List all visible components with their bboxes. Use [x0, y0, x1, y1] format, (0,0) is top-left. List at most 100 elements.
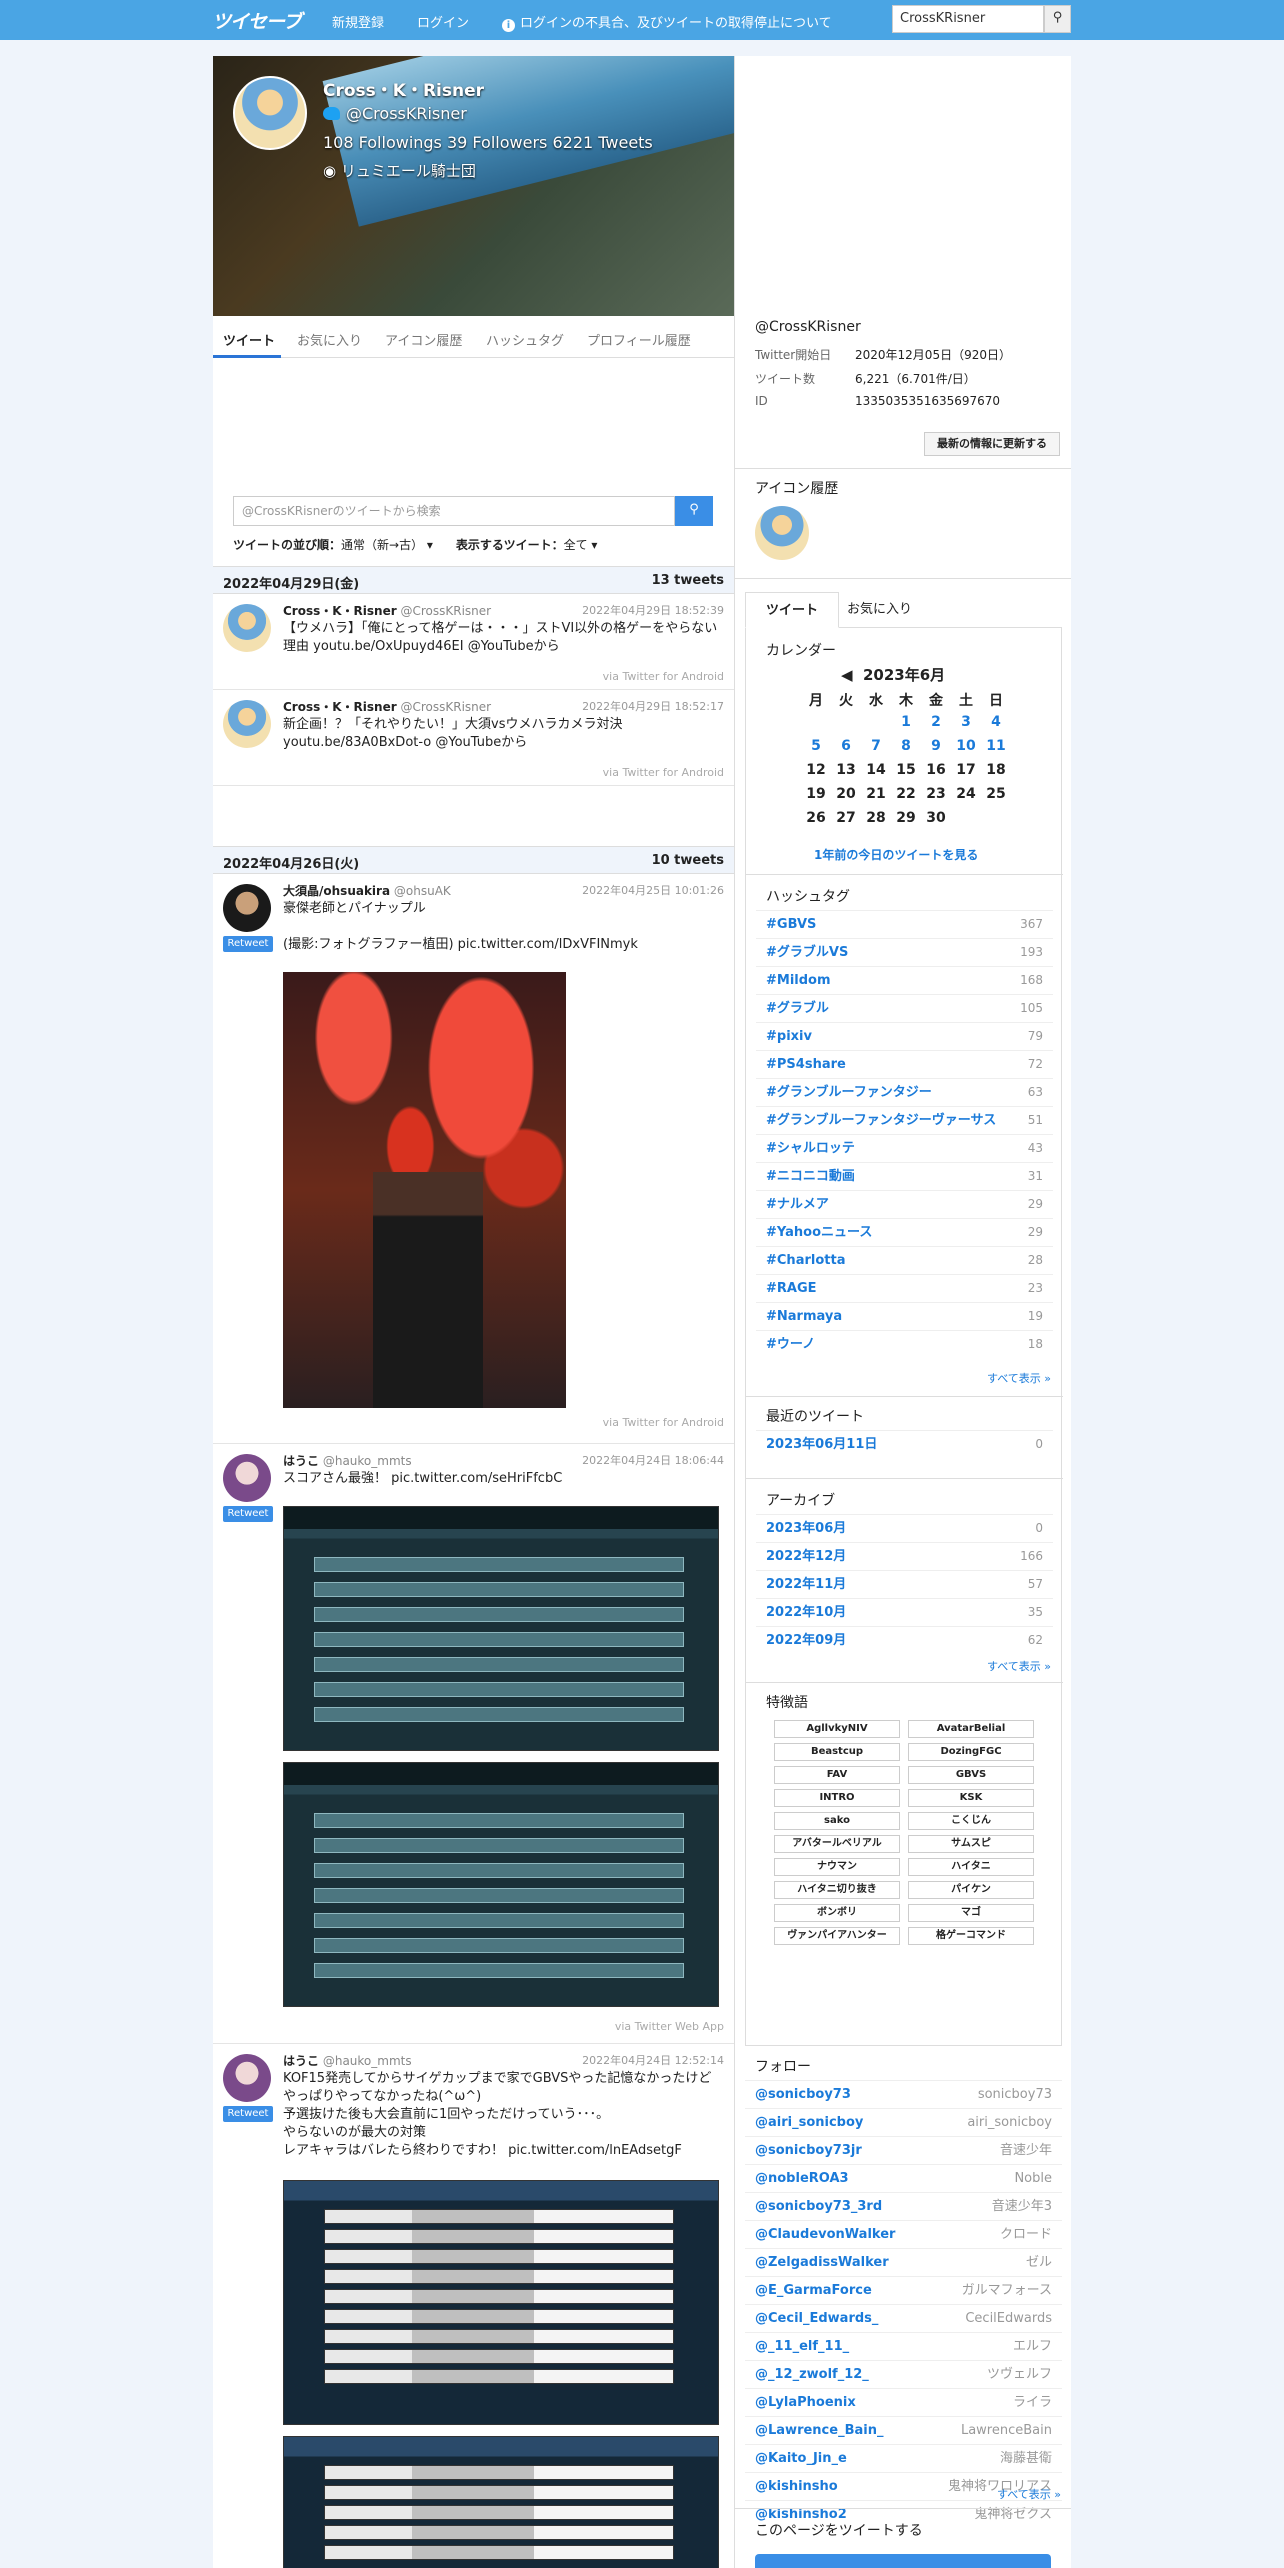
follow-handle-link[interactable]: @airi_sonicboy [755, 2109, 863, 2136]
keyword-button[interactable]: DozingFGC [908, 1743, 1034, 1761]
keyword-button[interactable]: INTRO [774, 1789, 900, 1807]
archive-item[interactable]: 2022年12月 166 [756, 1542, 1053, 1570]
follow-handle-link[interactable]: @_11_elf_11_ [755, 2333, 849, 2360]
calendar-day[interactable]: 6 [831, 738, 861, 754]
calendar-day[interactable]: 2 [921, 714, 951, 730]
sort-order-select[interactable]: 通常（新→古） [341, 538, 423, 552]
tweet-search-input[interactable]: @CrossKRisnerのツイートから検索 [233, 496, 675, 526]
hashtag-link[interactable]: #ニコニコ動画 [766, 1163, 855, 1190]
archive-show-all[interactable]: すべて表示 » [987, 1658, 1051, 1674]
archive-item[interactable]: 2022年09月 62 [756, 1626, 1053, 1654]
hashtag-item[interactable]: #グランブルーファンタジー 63 [756, 1078, 1053, 1106]
calendar-day[interactable]: 3 [951, 714, 981, 730]
hashtag-item[interactable]: #シャルロッテ 43 [756, 1134, 1053, 1162]
profile-handle[interactable]: @CrossKRisner [323, 104, 467, 123]
notice-link[interactable]: i ログインの不具合、及びツイートの取得停止について [502, 12, 832, 32]
hashtag-item[interactable]: #Narmaya 19 [756, 1302, 1053, 1330]
follow-handle-link[interactable]: @nobleROA3 [755, 2165, 849, 2192]
hashtag-link[interactable]: #PS4share [766, 1051, 846, 1078]
calendar-day[interactable]: 9 [921, 738, 951, 754]
tweet-time[interactable]: 2022年04月25日 10:01:26 [582, 882, 724, 898]
follow-handle-link[interactable]: @E_GarmaForce [755, 2277, 872, 2304]
tweet-photo[interactable] [283, 972, 566, 1408]
follow-handle-link[interactable]: @kishinsho [755, 2473, 838, 2500]
tweet-search-button[interactable]: ⚲ [675, 496, 713, 526]
follow-handle-link[interactable]: @Kaito_Jin_e [755, 2445, 847, 2472]
tweet-user[interactable]: Cross・K・Risner @CrossKRisner [283, 698, 491, 715]
recent-date-link[interactable]: 2023年06月11日 [766, 1431, 877, 1458]
keyword-button[interactable]: パイケン [908, 1881, 1034, 1899]
tweet-photo[interactable] [283, 1506, 719, 1751]
tweet-user[interactable]: はうこ @hauko_mmts [283, 2052, 412, 2069]
hashtag-item[interactable]: #ウーノ 18 [756, 1330, 1053, 1358]
hashtag-link[interactable]: #Charlotta [766, 1247, 845, 1274]
site-logo[interactable]: ツイセーブ [212, 7, 302, 34]
hashtag-show-all[interactable]: すべて表示 » [987, 1370, 1051, 1386]
keyword-button[interactable]: FAV [774, 1766, 900, 1784]
hashtag-link[interactable]: #ナルメア [766, 1191, 829, 1218]
follow-show-all[interactable]: すべて表示 » [997, 2486, 1061, 2502]
tweet-avatar[interactable] [223, 700, 271, 748]
hashtag-link[interactable]: #Yahooニュース [766, 1219, 872, 1246]
follow-handle-link[interactable]: @sonicboy73 [755, 2081, 851, 2108]
calendar-day[interactable]: 8 [891, 738, 921, 754]
hashtag-link[interactable]: #pixiv [766, 1023, 812, 1050]
archive-month-link[interactable]: 2023年06月 [766, 1515, 846, 1542]
hashtag-link[interactable]: #RAGE [766, 1275, 817, 1302]
hashtag-link[interactable]: #グランブルーファンタジーヴァーサス [766, 1107, 996, 1134]
hashtag-item[interactable]: #PS4share 72 [756, 1050, 1053, 1078]
tab-favorites[interactable]: お気に入り [297, 330, 362, 349]
side-tab-tweets[interactable]: ツイート [745, 592, 840, 628]
follow-item[interactable]: @Kaito_Jin_e 海藤甚衛 [745, 2444, 1062, 2472]
keyword-button[interactable]: sako [774, 1812, 900, 1830]
keyword-button[interactable]: サムスピ [908, 1835, 1034, 1853]
follow-item[interactable]: @E_GarmaForce ガルマフォース [745, 2276, 1062, 2304]
calendar-day[interactable]: 11 [981, 738, 1011, 754]
follow-item[interactable]: @Lawrence_Bain_ LawrenceBain [745, 2416, 1062, 2444]
hashtag-item[interactable]: #Mildom 168 [756, 966, 1053, 994]
hashtag-item[interactable]: #グラブル 105 [756, 994, 1053, 1022]
hashtag-item[interactable]: #グランブルーファンタジーヴァーサス 51 [756, 1106, 1053, 1134]
keyword-button[interactable]: アバタールベリアル [774, 1835, 900, 1853]
archive-item[interactable]: 2022年10月 35 [756, 1598, 1053, 1626]
search-button[interactable]: ⚲ [1044, 5, 1071, 33]
follow-handle-link[interactable]: @LylaPhoenix [755, 2389, 856, 2416]
calendar-day[interactable]: 4 [981, 714, 1011, 730]
follow-handle-link[interactable]: @sonicboy73_3rd [755, 2193, 882, 2220]
hashtag-link[interactable]: #グランブルーファンタジー [766, 1079, 932, 1106]
hashtag-item[interactable]: #GBVS 367 [756, 910, 1053, 938]
prev-year-link[interactable]: 1年前の今日のツイートを見る [814, 846, 978, 863]
keyword-button[interactable]: こくじん [908, 1812, 1034, 1830]
follow-item[interactable]: @Cecil_Edwards_ CecilEdwards [745, 2304, 1062, 2332]
hashtag-item[interactable]: #RAGE 23 [756, 1274, 1053, 1302]
tweet-time[interactable]: 2022年04月24日 12:52:14 [582, 2052, 724, 2068]
calendar-day[interactable]: 5 [801, 738, 831, 754]
tab-profile-history[interactable]: プロフィール履歴 [587, 330, 691, 349]
follow-item[interactable]: @_12_zwolf_12_ ツヴェルフ [745, 2360, 1062, 2388]
keyword-button[interactable]: ハイタニ切り抜き [774, 1881, 900, 1899]
tweet-user[interactable]: はうこ @hauko_mmts [283, 1452, 412, 1469]
keyword-button[interactable]: Beastcup [774, 1743, 900, 1761]
hashtag-item[interactable]: #pixiv 79 [756, 1022, 1053, 1050]
follow-item[interactable]: @sonicboy73_3rd 音速少年3 [745, 2192, 1062, 2220]
archive-item[interactable]: 2022年11月 57 [756, 1570, 1053, 1598]
update-info-button[interactable]: 最新の情報に更新する [924, 432, 1060, 456]
tweet-avatar[interactable] [223, 2054, 271, 2102]
follow-item[interactable]: @_11_elf_11_ エルフ [745, 2332, 1062, 2360]
tweet-photo[interactable] [283, 2436, 719, 2568]
follow-handle-link[interactable]: @Lawrence_Bain_ [755, 2417, 883, 2444]
keyword-button[interactable]: マゴ [908, 1904, 1034, 1922]
follow-item[interactable]: @LylaPhoenix ライラ [745, 2388, 1062, 2416]
tweet-avatar[interactable] [223, 604, 271, 652]
hashtag-link[interactable]: #グラブルVS [766, 939, 848, 966]
hashtag-link[interactable]: #グラブル [766, 995, 829, 1022]
keyword-button[interactable]: 格ゲーコマンド [908, 1927, 1034, 1945]
prev-month-icon[interactable]: ◀ [841, 666, 853, 684]
tweet-photo[interactable] [283, 1762, 719, 2007]
follow-handle-link[interactable]: @ClaudevonWalker [755, 2221, 895, 2248]
follow-handle-link[interactable]: @sonicboy73jr [755, 2137, 862, 2164]
follow-handle-link[interactable]: @Cecil_Edwards_ [755, 2305, 878, 2332]
hashtag-item[interactable]: #ナルメア 29 [756, 1190, 1053, 1218]
follow-item[interactable]: @sonicboy73jr 音速少年 [745, 2136, 1062, 2164]
calendar-day[interactable]: 10 [951, 738, 981, 754]
